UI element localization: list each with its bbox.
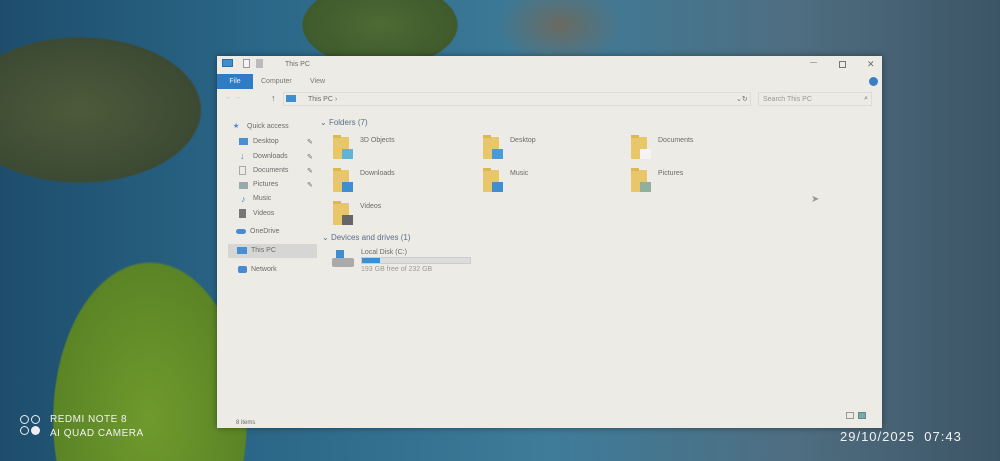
details-view-button[interactable] (846, 412, 854, 419)
computer-icon (222, 59, 233, 67)
address-path: This PC › (308, 96, 337, 103)
nav-label: OneDrive (250, 228, 280, 235)
videos-icon (239, 209, 246, 218)
watermark-model: REDMI NOTE 8 (50, 414, 128, 425)
camera-logo-icon (20, 415, 42, 437)
nav-label: This PC (251, 247, 276, 254)
pin-icon[interactable]: ✎ (307, 138, 313, 146)
tab-view[interactable]: View (310, 78, 325, 85)
devices-header[interactable]: ⌄ Devices and drives (1) (322, 233, 411, 242)
drive-icon (332, 250, 354, 267)
mouse-cursor: ➤ (811, 194, 820, 205)
folder-label: Videos (360, 203, 382, 210)
cloud-icon (236, 229, 246, 234)
nav-label: Documents (253, 167, 289, 174)
folder-label: Pictures (658, 170, 684, 177)
folder-documents-icon (631, 135, 651, 159)
path-separator: › (334, 96, 338, 103)
devices-header-label: Devices and drives (1) (330, 233, 411, 242)
status-item-count: 8 items (236, 420, 256, 426)
documents-icon (239, 166, 246, 175)
music-icon: ♪ (241, 194, 246, 204)
tab-computer[interactable]: Computer (261, 78, 292, 85)
pin-icon[interactable]: ✎ (307, 167, 313, 175)
refresh-icon[interactable]: ⌄↻ (736, 95, 748, 103)
close-button[interactable]: ✕ (867, 59, 875, 70)
star-icon: ★ (233, 123, 240, 130)
nav-label: Desktop (253, 138, 279, 145)
folder-3d-objects-icon (333, 135, 353, 159)
folders-header[interactable]: ⌄ Folders (7) (320, 118, 368, 127)
address-bar[interactable]: This PC › ⌄↻ (283, 92, 751, 106)
pin-icon[interactable]: ✎ (307, 153, 313, 161)
nav-label: Pictures (253, 181, 279, 188)
folder-label: Documents (658, 137, 694, 144)
search-box[interactable]: Search This PC ⌕ (758, 92, 872, 106)
this-pc-icon (286, 95, 296, 102)
folder-downloads-icon (333, 168, 353, 192)
this-pc-icon (237, 247, 247, 254)
drive-name: Local Disk (C:) (361, 249, 407, 256)
large-icons-view-button[interactable] (858, 412, 866, 419)
drive-usage-bar (361, 257, 471, 264)
pin-icon[interactable]: ✎ (307, 181, 313, 189)
folders-header-label: Folders (7) (328, 118, 368, 127)
nav-label: Videos (253, 210, 275, 217)
folder-label: Music (510, 170, 529, 177)
maximize-button[interactable] (839, 61, 846, 68)
folder-label: Downloads (360, 170, 395, 177)
network-icon (238, 266, 247, 273)
path-segment[interactable]: This PC (308, 96, 333, 103)
nav-label: Music (253, 195, 272, 202)
folder-videos-icon (333, 201, 353, 225)
nav-label: Downloads (253, 153, 288, 160)
desktop-icon (239, 138, 248, 145)
drive-free-text: 193 GB free of 232 GB (361, 266, 433, 273)
search-icon: ⌕ (864, 95, 868, 102)
window-title: This PC (285, 61, 310, 68)
folder-pictures-icon (631, 168, 651, 192)
pictures-icon (239, 182, 248, 189)
nav-label: Network (251, 266, 277, 273)
properties-icon[interactable] (243, 59, 250, 68)
drive-usage-fill (362, 258, 381, 263)
photo-timestamp: 29/10/2025 07:43 (840, 429, 962, 444)
folder-desktop-icon (483, 135, 503, 159)
search-placeholder: Search This PC (763, 96, 812, 103)
download-icon: ↓ (240, 151, 245, 161)
back-button[interactable]: ← → (225, 94, 241, 101)
navigation-pane: ★ Quick access Desktop ✎ ↓ Downloads ✎ Docu… (217, 112, 317, 412)
folder-label: Desktop (510, 137, 536, 144)
new-folder-icon[interactable] (256, 59, 263, 68)
tab-file[interactable]: File (217, 74, 253, 89)
up-arrow-icon[interactable]: ↑ (271, 93, 276, 103)
folder-music-icon (483, 168, 503, 192)
nav-item-this-pc[interactable]: This PC (228, 244, 317, 258)
folder-label: 3D Objects (360, 137, 395, 144)
help-icon[interactable] (869, 77, 878, 86)
minimize-button[interactable]: — (810, 59, 817, 66)
file-explorer-window: This PC — ✕ File Computer View ← → ↑ Thi… (217, 56, 882, 428)
watermark-camera: AI QUAD CAMERA (50, 428, 144, 439)
nav-quick-access[interactable]: Quick access (247, 123, 289, 130)
